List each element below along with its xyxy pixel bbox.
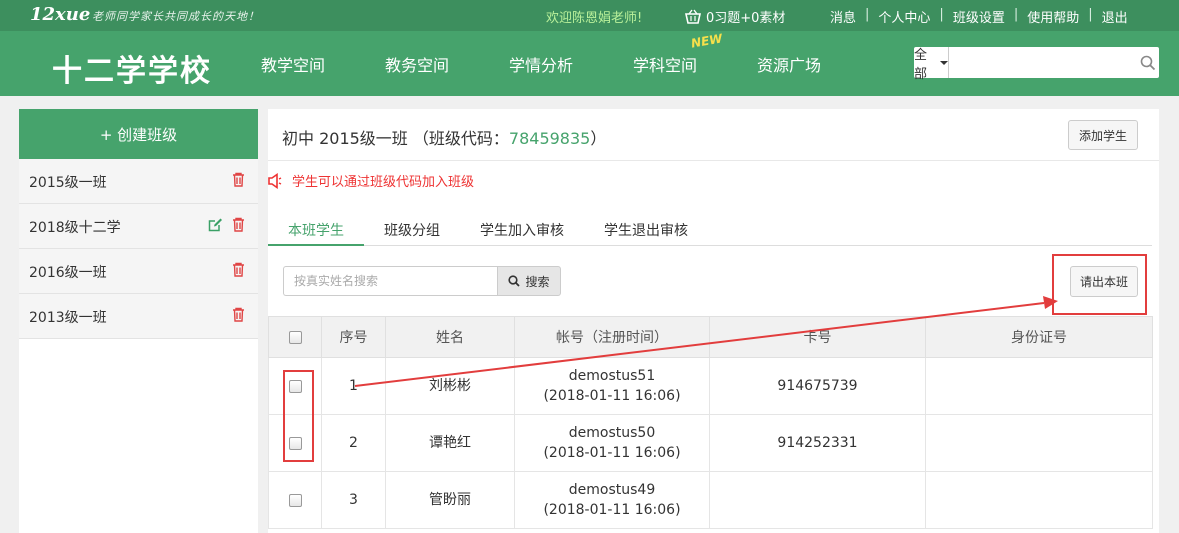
speaker-icon xyxy=(268,172,282,189)
new-badge: NEW xyxy=(690,31,724,51)
main-header: 十二学学校 教学空间 教务空间 学情分析 学科空间 NEW 资源广场 全部 xyxy=(0,31,1179,96)
class-code: 78459835 xyxy=(508,129,591,148)
highlight-box-checkboxes xyxy=(283,370,314,462)
basket-link[interactable]: 0习题+0素材 xyxy=(684,7,785,26)
edit-icon[interactable] xyxy=(208,217,223,232)
shopping-basket-icon xyxy=(685,9,701,24)
student-table: 序号 姓名 帐号（注册时间） 卡号 身份证号 1 刘彬彬 demostus51(… xyxy=(268,316,1153,529)
site-slogan: 老师同学家长共同成长的天地！ xyxy=(92,10,260,23)
notice-bar: 学生可以通过班级代码加入班级 xyxy=(268,171,474,190)
student-search-row: 搜索 xyxy=(283,266,561,296)
create-class-button[interactable]: + 创建班级 xyxy=(19,109,258,159)
row-number: 2 xyxy=(321,414,386,472)
row-number: 3 xyxy=(321,471,386,529)
row-id xyxy=(925,414,1153,472)
col-id-number: 身份证号 xyxy=(925,316,1153,358)
messages-link[interactable]: 消息 xyxy=(830,7,856,26)
row-card: 914252331 xyxy=(709,414,926,472)
class-sidebar: + 创建班级 2015级一班 2018级十二学 2016级一班 2013级一班 xyxy=(19,109,258,533)
trash-icon[interactable] xyxy=(231,172,246,187)
trash-icon[interactable] xyxy=(231,217,246,232)
row-account: demostus51 (2018-01-11 16:06) xyxy=(514,357,710,415)
divider xyxy=(268,160,1159,161)
nav-subject-space-label: 学科空间 xyxy=(633,56,698,75)
row-id xyxy=(925,471,1153,529)
class-settings-link[interactable]: 班级设置 xyxy=(953,7,1005,26)
highlight-box-remove xyxy=(1052,254,1147,315)
nav-subject-space[interactable]: 学科空间 NEW xyxy=(633,31,757,76)
top-links: 消息 | 个人中心 | 班级设置 | 使用帮助 | 退出 xyxy=(830,7,1128,26)
main-nav: 教学空间 教务空间 学情分析 学科空间 NEW 资源广场 xyxy=(261,31,881,76)
caret-down-icon xyxy=(940,60,949,65)
col-card: 卡号 xyxy=(709,316,926,358)
top-strip: 12xue 老师同学家长共同成长的天地！ 欢迎陈恩娟老师! 0习题+0素材 消息… xyxy=(0,0,1179,31)
table-row: 3 管盼丽 demostus49 (2018-01-11 16:06) xyxy=(268,471,1153,529)
class-name: 2018级十二学 xyxy=(29,220,121,236)
search-scope-select[interactable]: 全部 xyxy=(914,47,950,82)
notice-text: 学生可以通过班级代码加入班级 xyxy=(292,175,475,190)
select-all-checkbox[interactable] xyxy=(288,330,302,344)
welcome-text: 欢迎陈恩娟老师! xyxy=(546,11,643,26)
student-tabs: 本班学生 班级分组 学生加入审核 学生退出审核 xyxy=(268,219,1152,246)
help-link[interactable]: 使用帮助 xyxy=(1027,7,1079,26)
nav-academic-affairs[interactable]: 教务空间 xyxy=(385,52,509,76)
add-student-button[interactable]: 添加学生 xyxy=(1068,120,1138,150)
tab-join-review[interactable]: 学生加入审核 xyxy=(460,219,584,246)
row-name: 管盼丽 xyxy=(385,471,515,529)
tab-class-students[interactable]: 本班学生 xyxy=(268,219,364,246)
tab-class-groups[interactable]: 班级分组 xyxy=(364,219,460,246)
sidebar-class-item[interactable]: 2018级十二学 xyxy=(19,204,258,249)
sidebar-class-item[interactable]: 2015级一班 xyxy=(19,159,258,204)
nav-teaching-space[interactable]: 教学空间 xyxy=(261,52,385,76)
table-row: 2 谭艳红 demostus50 (2018-01-11 16:06) 91425… xyxy=(268,414,1153,472)
tab-exit-review[interactable]: 学生退出审核 xyxy=(584,219,708,246)
class-name: 2013级一班 xyxy=(29,310,107,326)
magnifier-icon xyxy=(508,275,521,287)
row-name: 刘彬彬 xyxy=(385,357,515,415)
table-header-row: 序号 姓名 帐号（注册时间） 卡号 身份证号 xyxy=(268,316,1153,358)
class-title: 初中 2015级一班 （班级代码：78459835） xyxy=(282,129,607,148)
school-name[interactable]: 十二学学校 xyxy=(52,46,212,90)
row-checkbox[interactable] xyxy=(288,493,302,507)
class-detail-panel: 初中 2015级一班 （班级代码：78459835） 添加学生 学生可以通过班级… xyxy=(268,109,1159,533)
class-name: 2016级一班 xyxy=(29,265,107,281)
trash-icon[interactable] xyxy=(231,307,246,322)
profile-link[interactable]: 个人中心 xyxy=(878,7,930,26)
search-scope-value: 全部 xyxy=(914,47,928,82)
row-id xyxy=(925,357,1153,415)
row-card xyxy=(709,471,926,529)
table-row: 1 刘彬彬 demostus51 (2018-01-11 16:06) 91467… xyxy=(268,357,1153,415)
row-card: 914675739 xyxy=(709,357,926,415)
row-name: 谭艳红 xyxy=(385,414,515,472)
select-all-cell xyxy=(268,316,322,358)
col-name: 姓名 xyxy=(385,316,515,358)
global-search-input[interactable] xyxy=(949,48,1138,77)
col-account: 帐号（注册时间） xyxy=(514,316,710,358)
magnifier-icon[interactable] xyxy=(1137,47,1159,78)
sidebar-class-item[interactable]: 2016级一班 xyxy=(19,249,258,294)
nav-learning-analysis[interactable]: 学情分析 xyxy=(509,52,633,76)
site-logo[interactable]: 12xue xyxy=(30,4,90,25)
row-account: demostus50 (2018-01-11 16:06) xyxy=(514,414,710,472)
trash-icon[interactable] xyxy=(231,262,246,277)
row-account: demostus49 (2018-01-11 16:06) xyxy=(514,471,710,529)
logout-link[interactable]: 退出 xyxy=(1102,7,1128,26)
col-number: 序号 xyxy=(321,316,386,358)
nav-resource-plaza[interactable]: 资源广场 xyxy=(757,52,881,76)
student-search-input[interactable] xyxy=(283,266,497,296)
sidebar-class-item[interactable]: 2013级一班 xyxy=(19,294,258,339)
class-name: 2015级一班 xyxy=(29,175,107,191)
global-search: 全部 xyxy=(914,47,1159,82)
row-number: 1 xyxy=(321,357,386,415)
basket-count: 0习题+0素材 xyxy=(706,11,786,26)
student-search-button[interactable]: 搜索 xyxy=(497,266,561,296)
